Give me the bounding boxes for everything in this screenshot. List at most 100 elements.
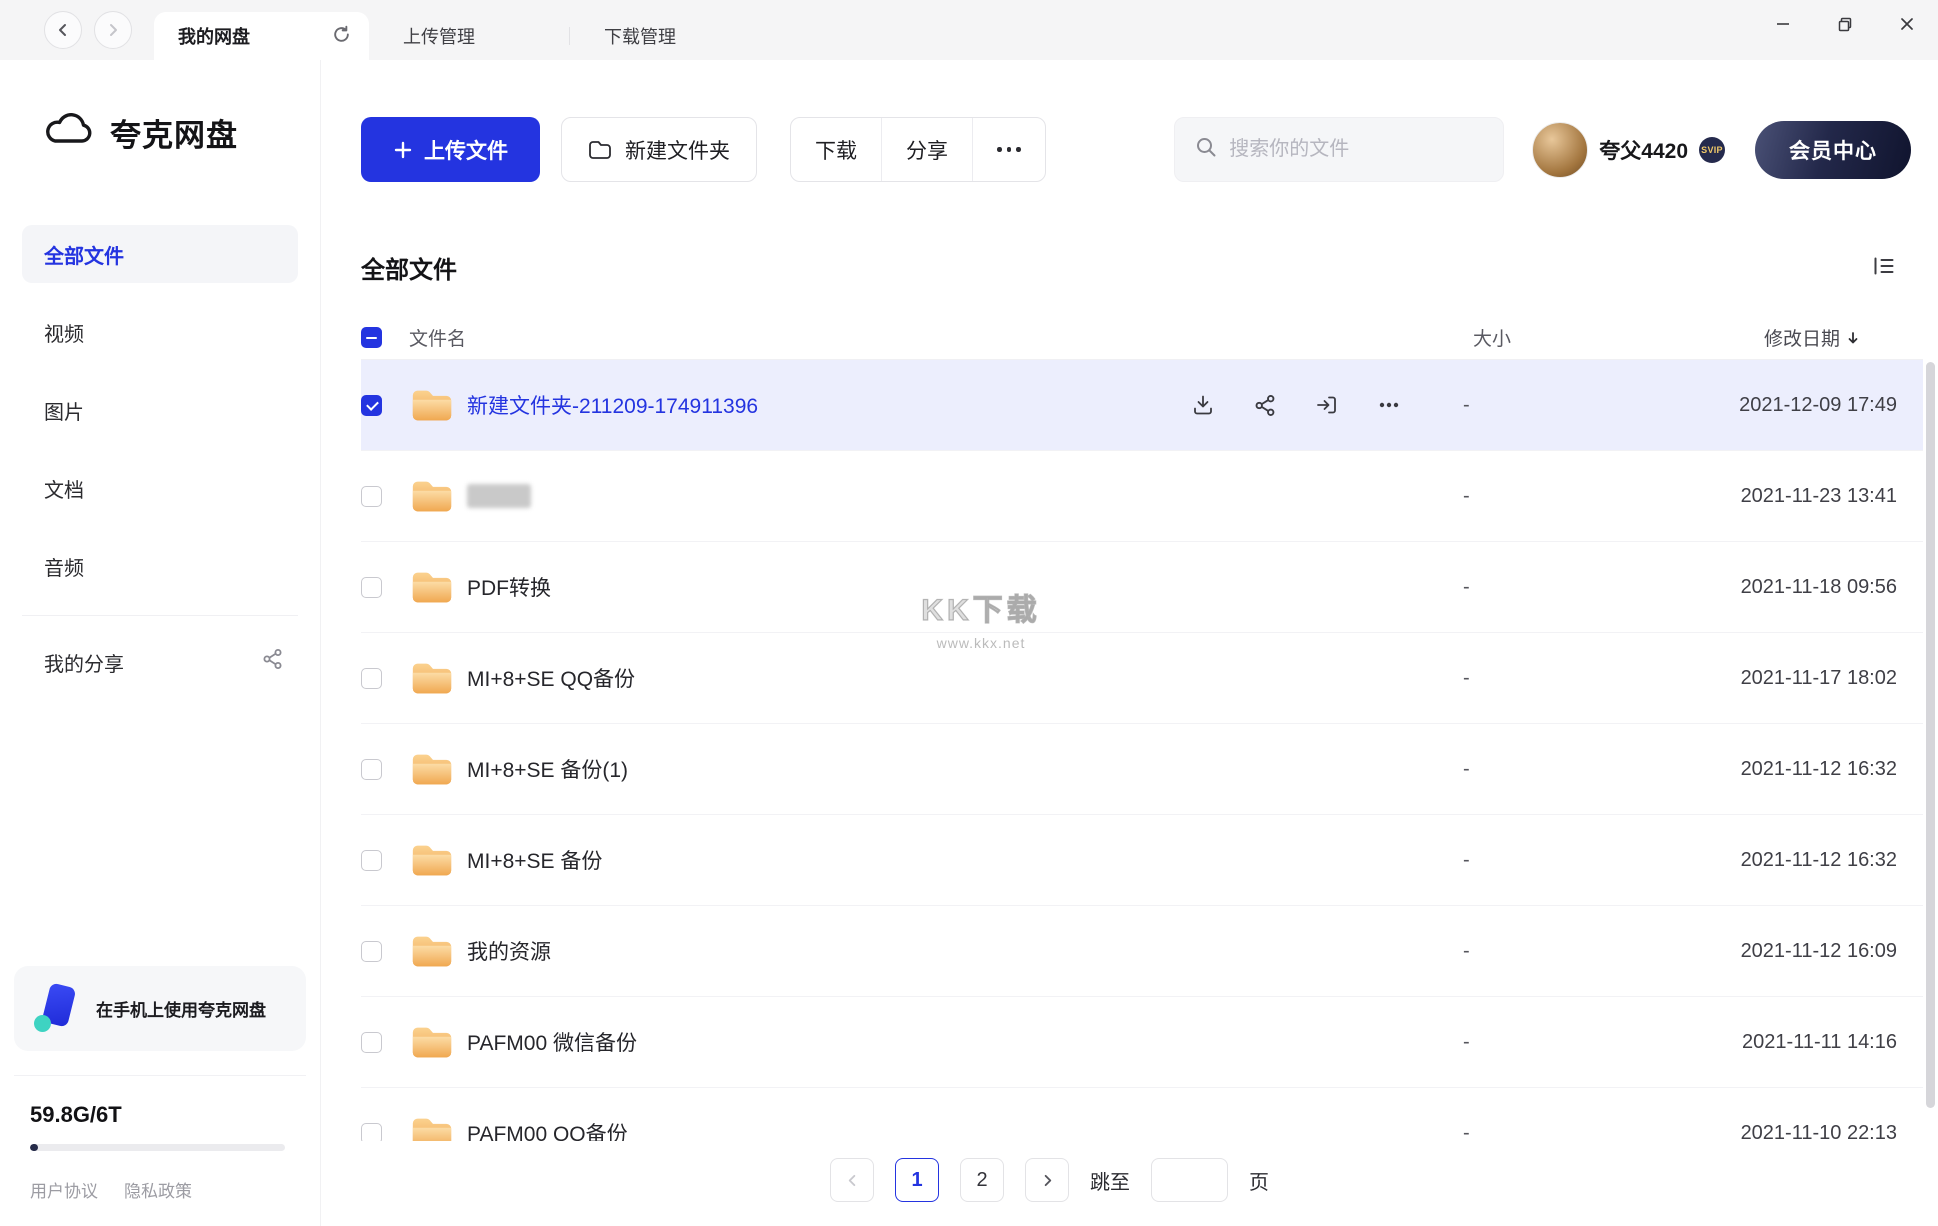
sidebar-item-videos[interactable]: 视频 — [22, 303, 298, 361]
file-list: 新建文件夹-211209-174911396 - 2021-12-09 17:4… — [361, 360, 1923, 1141]
forward-button[interactable] — [94, 11, 132, 49]
select-all-checkbox[interactable] — [361, 327, 382, 348]
toolbar: 上传文件 新建文件夹 下载 分享 搜索你的文件 夸父4420 SVIP 会员中心 — [361, 117, 1911, 182]
new-folder-button[interactable]: 新建文件夹 — [561, 117, 757, 182]
jump-to-label: 跳至 — [1090, 1171, 1130, 1194]
search-box[interactable] — [1174, 117, 1505, 182]
folder-icon — [409, 1113, 467, 1141]
chevron-left-icon — [59, 24, 66, 36]
search-icon — [1195, 136, 1217, 163]
folder-icon — [409, 476, 467, 516]
terms-link[interactable]: 用户协议 — [30, 1177, 98, 1202]
file-size: - — [1463, 575, 1470, 598]
minimize-button[interactable] — [1766, 7, 1800, 41]
file-name[interactable]: MI+8+SE 备份 — [467, 845, 602, 875]
file-name[interactable] — [467, 484, 531, 508]
file-name[interactable]: PAFM00 QQ备份 — [467, 1118, 628, 1141]
my-shares-label: 我的分享 — [44, 653, 124, 676]
sidebar-item-my-shares[interactable]: 我的分享 — [22, 633, 298, 691]
more-icon[interactable] — [1377, 393, 1401, 417]
vertical-scrollbar[interactable] — [1926, 362, 1935, 1108]
back-button[interactable] — [44, 11, 82, 49]
file-name[interactable]: MI+8+SE 备份(1) — [467, 754, 628, 784]
page-1-button[interactable]: 1 — [895, 1158, 939, 1202]
file-list-viewport: 新建文件夹-211209-174911396 - 2021-12-09 17:4… — [361, 360, 1923, 1141]
file-row[interactable]: MI+8+SE QQ备份 - 2021-11-17 18:02 — [361, 633, 1923, 724]
sidebar-item-audio[interactable]: 音频 — [22, 537, 298, 595]
file-modified: 2021-11-12 16:32 — [1740, 848, 1897, 871]
search-input[interactable] — [1229, 138, 1484, 161]
history-nav — [0, 0, 154, 60]
row-checkbox[interactable] — [361, 758, 382, 780]
share-icon[interactable] — [1253, 393, 1277, 417]
file-modified: 2021-11-12 16:09 — [1740, 939, 1897, 962]
maximize-button[interactable] — [1828, 7, 1862, 41]
file-name[interactable]: 我的资源 — [467, 936, 551, 966]
jump-page-input[interactable] — [1151, 1158, 1228, 1202]
file-size: - — [1463, 484, 1470, 507]
column-size[interactable]: 大小 — [1463, 324, 1700, 351]
folder-icon — [409, 385, 467, 425]
mobile-promo[interactable]: 在手机上使用夸克网盘 — [14, 966, 306, 1051]
file-size: - — [1463, 666, 1470, 689]
file-name[interactable]: 新建文件夹-211209-174911396 — [467, 390, 758, 420]
row-checkbox[interactable] — [361, 1122, 382, 1141]
file-row[interactable]: PAFM00 QQ备份 - 2021-11-10 22:13 — [361, 1088, 1923, 1141]
member-center-button[interactable]: 会员中心 — [1755, 120, 1911, 179]
file-modified: 2021-11-11 14:16 — [1742, 1030, 1897, 1053]
prev-page-button[interactable] — [830, 1158, 874, 1202]
avatar[interactable] — [1532, 121, 1589, 178]
close-button[interactable] — [1890, 7, 1924, 41]
row-checkbox[interactable] — [361, 576, 382, 598]
sidebar-item-docs[interactable]: 文档 — [22, 459, 298, 517]
file-size: - — [1463, 1121, 1470, 1142]
svip-badge: SVIP — [1699, 136, 1725, 163]
file-name[interactable]: MI+8+SE QQ备份 — [467, 663, 635, 693]
file-row[interactable]: 新建文件夹-211209-174911396 - 2021-12-09 17:4… — [361, 360, 1923, 451]
file-row[interactable]: - 2021-11-23 13:41 — [361, 451, 1923, 542]
next-page-button[interactable] — [1025, 1158, 1069, 1202]
more-actions-button[interactable] — [972, 118, 1045, 181]
page-2-button[interactable]: 2 — [960, 1158, 1004, 1202]
storage-info: 59.8G/6T — [0, 1102, 320, 1151]
share-button[interactable]: 分享 — [881, 118, 972, 181]
sidebar-item-images[interactable]: 图片 — [22, 381, 298, 439]
file-size: - — [1463, 939, 1470, 962]
file-row[interactable]: 我的资源 - 2021-11-12 16:09 — [361, 906, 1923, 997]
upload-file-button[interactable]: 上传文件 — [361, 117, 540, 182]
page-numbers: 12 — [895, 1158, 1004, 1202]
download-icon[interactable] — [1191, 393, 1215, 417]
folder-icon — [409, 931, 467, 971]
move-to-icon[interactable] — [1315, 393, 1339, 417]
user-account[interactable]: 夸父4420 SVIP — [1532, 121, 1725, 178]
storage-usage: 59.8G/6T — [30, 1102, 122, 1127]
share-icon — [262, 648, 284, 676]
chevron-left-icon — [848, 1174, 855, 1186]
tab-upload-manager[interactable]: 上传管理 — [369, 12, 569, 60]
column-modified[interactable]: 修改日期 — [1700, 324, 1923, 351]
file-row[interactable]: PAFM00 微信备份 - 2021-11-11 14:16 — [361, 997, 1923, 1088]
file-row[interactable]: PDF转换 - 2021-11-18 09:56 — [361, 542, 1923, 633]
privacy-link[interactable]: 隐私政策 — [124, 1177, 192, 1202]
row-checkbox[interactable] — [361, 940, 382, 962]
row-checkbox[interactable] — [361, 667, 382, 689]
file-row[interactable]: MI+8+SE 备份(1) - 2021-11-12 16:32 — [361, 724, 1923, 815]
row-checkbox[interactable] — [361, 394, 382, 416]
app-window: 我的网盘 上传管理 下载管理 夸克网盘 全部文件 视频 图片 文档 音频 我的分… — [0, 0, 1938, 1226]
sidebar-item-all-files[interactable]: 全部文件 — [22, 225, 298, 283]
tab-my-drive[interactable]: 我的网盘 — [154, 12, 369, 60]
row-checkbox[interactable] — [361, 485, 382, 507]
download-button[interactable]: 下载 — [791, 118, 881, 181]
username: 夸父4420 — [1599, 139, 1688, 163]
file-row[interactable]: MI+8+SE 备份 - 2021-11-12 16:32 — [361, 815, 1923, 906]
file-name[interactable]: PDF转换 — [467, 572, 551, 602]
refresh-icon[interactable] — [332, 25, 351, 47]
row-checkbox[interactable] — [361, 1031, 382, 1053]
row-checkbox[interactable] — [361, 849, 382, 871]
sidebar-footer: 用户协议 隐私政策 — [0, 1151, 320, 1226]
file-name[interactable]: PAFM00 微信备份 — [467, 1027, 637, 1057]
window-controls — [1766, 0, 1924, 48]
tab-download-manager[interactable]: 下载管理 — [570, 12, 770, 60]
file-modified: 2021-11-10 22:13 — [1740, 1121, 1897, 1142]
list-view-icon[interactable] — [1872, 255, 1896, 280]
